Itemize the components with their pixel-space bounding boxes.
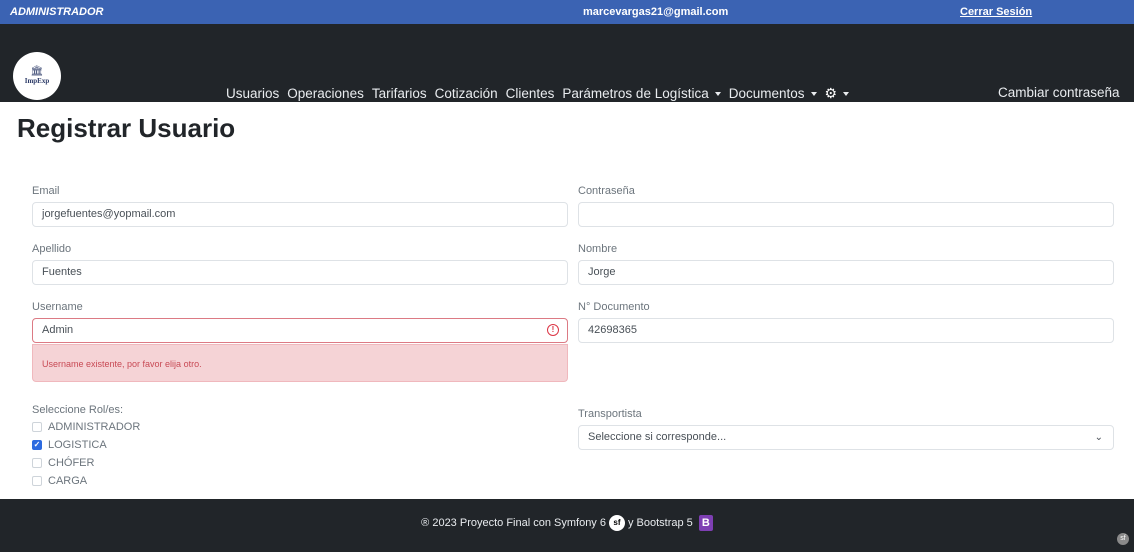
- footer-copyright: ® 2023 Proyecto Final con Symfony 6: [421, 517, 606, 529]
- checkbox[interactable]: [32, 421, 42, 432]
- roles-checkbox-group: ADMINISTRADOR ✓ LOGISTICA CHÓFER CARGA: [32, 420, 140, 492]
- document-label: N° Documento: [578, 301, 650, 313]
- top-bar: ADMINISTRADOR marcevargas21@gmail.com Ce…: [0, 0, 1134, 24]
- nav-parametros-dropdown[interactable]: Parámetros de Logística: [562, 86, 721, 101]
- carrier-label: Transportista: [578, 408, 642, 420]
- user-role: ADMINISTRADOR: [10, 6, 104, 18]
- password-input[interactable]: [578, 202, 1114, 227]
- page-title: Registrar Usuario: [17, 113, 236, 143]
- app-logo[interactable]: 🏛 ImpExp: [13, 52, 61, 100]
- nav-links: Usuarios Operaciones Tarifarios Cotizaci…: [226, 85, 857, 102]
- nav-tarifarios[interactable]: Tarifarios: [372, 86, 427, 101]
- nav-documentos-dropdown[interactable]: Documentos: [729, 86, 817, 101]
- caret-down-icon: [810, 91, 817, 96]
- chevron-down-icon: ⌄: [1094, 432, 1103, 443]
- corner-widget-icon[interactable]: sf: [1117, 533, 1129, 545]
- nav-parametros-label: Parámetros de Logística: [562, 86, 709, 101]
- logout-link[interactable]: Cerrar Sesión: [960, 6, 1032, 18]
- carrier-select-value: Seleccione si corresponde...: [588, 431, 727, 443]
- role-option[interactable]: ✓ LOGISTICA: [32, 438, 140, 451]
- password-label: Contraseña: [578, 185, 635, 197]
- error-icon: !: [547, 324, 559, 336]
- role-option[interactable]: CHÓFER: [32, 456, 140, 469]
- email-input[interactable]: jorgefuentes@yopmail.com: [32, 202, 568, 227]
- nav-cotizacion[interactable]: Cotización: [435, 86, 498, 101]
- main-navbar: 🏛 ImpExp Usuarios Operaciones Tarifarios…: [0, 24, 1134, 102]
- settings-dropdown[interactable]: ⚙: [825, 85, 850, 102]
- nav-operaciones[interactable]: Operaciones: [287, 86, 364, 101]
- change-password-link[interactable]: Cambiar contraseña: [998, 85, 1120, 100]
- footer: ® 2023 Proyecto Final con Symfony 6 sf y…: [0, 499, 1134, 552]
- nav-documentos-label: Documentos: [728, 86, 805, 101]
- nav-clientes[interactable]: Clientes: [506, 86, 555, 101]
- lastname-label: Apellido: [32, 243, 72, 255]
- footer-bootstrap-text: y Bootstrap 5: [627, 517, 693, 529]
- role-option-label: CARGA: [48, 474, 88, 487]
- username-input[interactable]: Admin !: [32, 318, 568, 343]
- firstname-label: Nombre: [578, 243, 618, 255]
- role-option[interactable]: CARGA: [32, 474, 140, 487]
- symfony-logo-icon: sf: [608, 515, 625, 531]
- user-email: marcevargas21@gmail.com: [583, 6, 729, 18]
- email-label: Email: [32, 185, 60, 197]
- bootstrap-logo-icon: B: [698, 515, 713, 531]
- username-label: Username: [32, 301, 83, 313]
- caret-down-icon: [714, 91, 721, 96]
- checkbox[interactable]: [32, 457, 42, 468]
- username-error-message: Username existente, por favor elija otro…: [32, 344, 568, 382]
- role-option-label: CHÓFER: [48, 456, 95, 469]
- roles-label: Seleccione Rol/es:: [32, 404, 124, 416]
- role-option[interactable]: ADMINISTRADOR: [32, 420, 140, 433]
- username-value: Admin: [42, 324, 74, 336]
- document-input[interactable]: 42698365: [578, 318, 1114, 343]
- checkbox[interactable]: [32, 475, 42, 486]
- firstname-input[interactable]: Jorge: [578, 260, 1114, 285]
- carrier-select[interactable]: Seleccione si corresponde... ⌄: [578, 425, 1114, 450]
- caret-down-icon: [843, 91, 850, 96]
- footer-text: ® 2023 Proyecto Final con Symfony 6 sf y…: [0, 515, 1134, 531]
- checkbox-checked[interactable]: ✓: [32, 439, 42, 450]
- bank-icon: 🏛: [30, 66, 44, 77]
- role-option-label: LOGISTICA: [48, 438, 107, 451]
- nav-usuarios[interactable]: Usuarios: [226, 86, 279, 101]
- lastname-input[interactable]: Fuentes: [32, 260, 568, 285]
- logo-text: ImpExp: [24, 77, 50, 85]
- gear-icon: ⚙: [824, 85, 838, 101]
- role-option-label: ADMINISTRADOR: [48, 420, 141, 433]
